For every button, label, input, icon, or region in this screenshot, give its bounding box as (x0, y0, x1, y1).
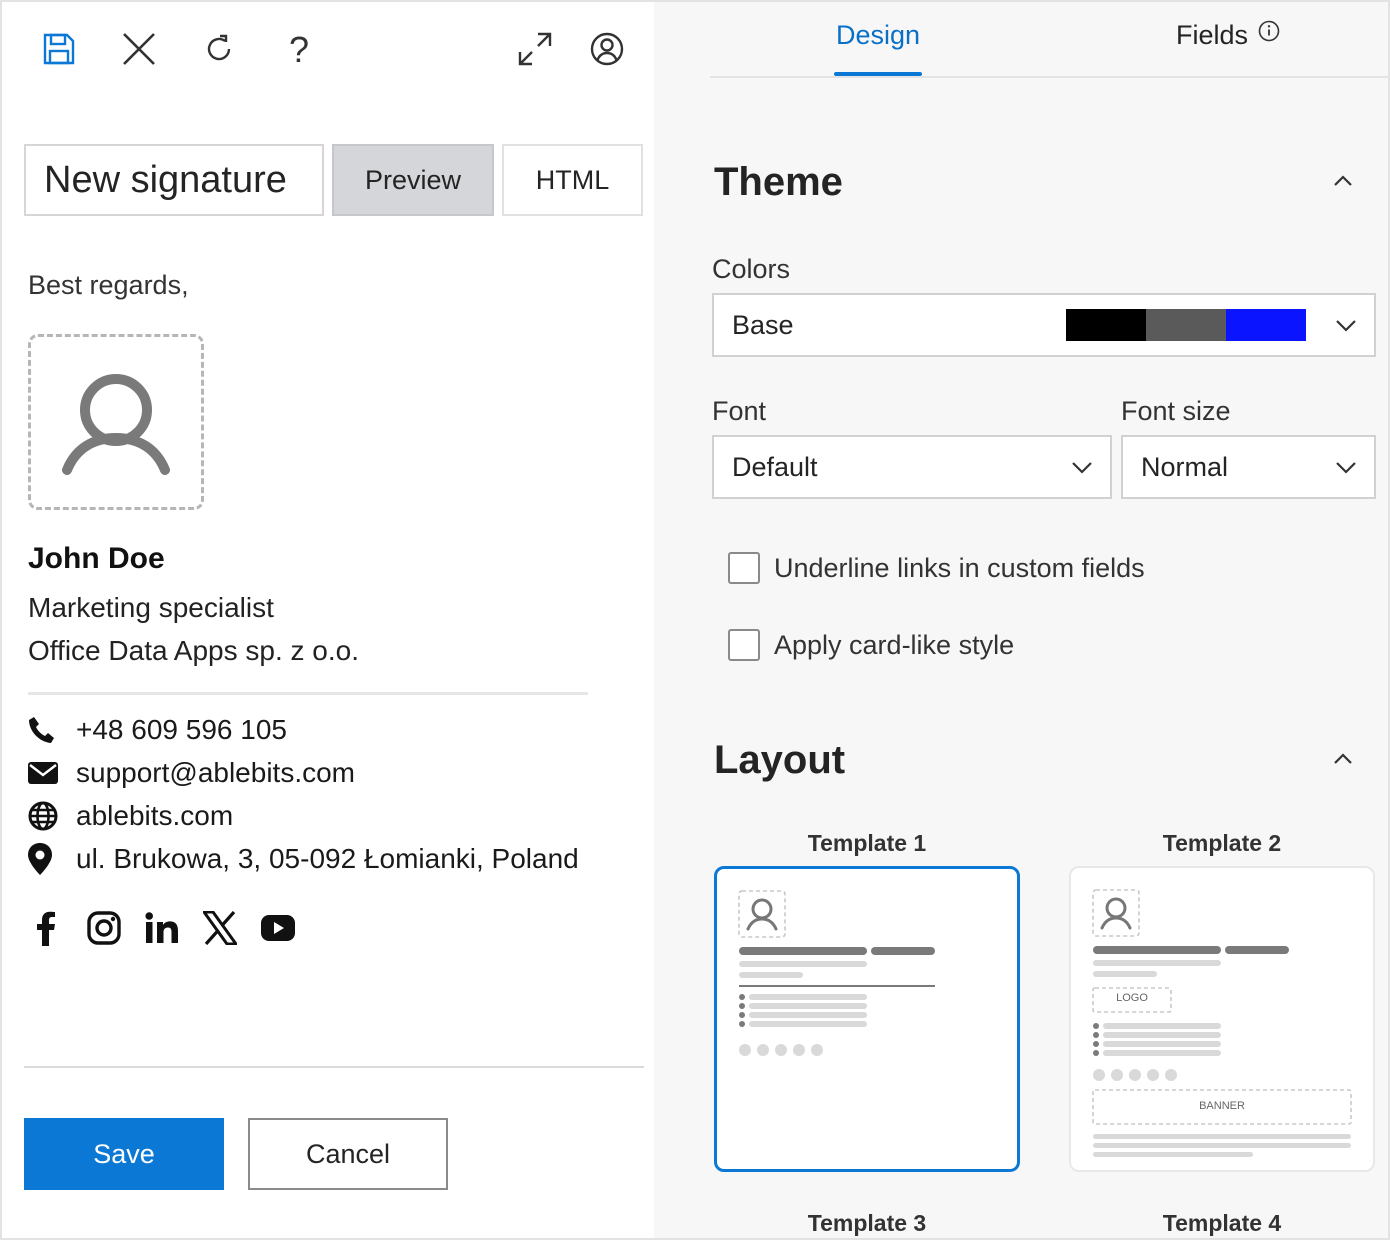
colors-label: Colors (712, 254, 791, 284)
facebook-icon[interactable] (28, 908, 64, 948)
font-select-value: Default (732, 451, 818, 482)
color-swatches (1066, 309, 1306, 341)
svg-text:?: ? (289, 30, 309, 68)
contact-phone: +48 609 596 105 (28, 714, 287, 746)
swatch-black (1066, 309, 1146, 341)
email-link[interactable]: support@ablebits.com (76, 757, 355, 789)
chevron-down-icon (1336, 320, 1356, 332)
swatch-blue (1226, 309, 1306, 341)
website-link[interactable]: ablebits.com (76, 800, 233, 832)
underline-links-label: Underline links in custom fields (774, 552, 1145, 583)
expand-icon[interactable] (512, 26, 558, 72)
social-links (28, 908, 296, 948)
template-2-thumbnail (1092, 889, 1352, 1157)
editor-pane: ? Preview HTML Best regards, John Doe Ma… (2, 2, 654, 1238)
signature-company: Office Data Apps sp. z o.o. (28, 635, 359, 666)
template-4-label: Template 4 (1162, 1210, 1282, 1236)
info-icon (1258, 20, 1280, 42)
phone-text: +48 609 596 105 (76, 714, 287, 745)
tabs-divider (710, 76, 1388, 78)
contact-website: ablebits.com (28, 800, 233, 832)
cancel-button[interactable]: Cancel (248, 1118, 448, 1190)
swatch-gray (1146, 309, 1226, 341)
colors-select[interactable]: Base (712, 293, 1376, 357)
globe-icon (28, 800, 62, 832)
template-2-logo-label: LOGO (1116, 992, 1148, 1004)
card-style-checkbox[interactable] (728, 629, 760, 661)
font-label: Font (712, 396, 767, 426)
tab-fields[interactable]: Fields (1176, 20, 1280, 51)
signature-greeting: Best regards, (28, 270, 189, 300)
html-button[interactable]: HTML (502, 144, 643, 216)
phone-icon (28, 714, 62, 746)
template-1-label: Template 1 (807, 830, 927, 856)
underline-links-checkbox-row[interactable]: Underline links in custom fields (728, 552, 1145, 584)
contact-address: ul. Brukowa, 3, 05-092 Łomianki, Poland (28, 843, 579, 875)
theme-collapse-chevron-icon[interactable] (1328, 166, 1358, 196)
signature-name-input[interactable] (24, 144, 324, 216)
close-icon[interactable] (116, 26, 162, 72)
template-2-label: Template 2 (1162, 830, 1282, 856)
signature-name: John Doe (28, 542, 165, 575)
template-1-card[interactable] (714, 866, 1020, 1172)
theme-heading: Theme (714, 160, 843, 204)
underline-links-checkbox[interactable] (728, 552, 760, 584)
font-select[interactable]: Default (712, 435, 1112, 499)
location-pin-icon (28, 843, 62, 875)
refresh-icon[interactable] (196, 26, 242, 72)
layout-heading: Layout (714, 738, 846, 782)
colors-select-value: Base (732, 309, 794, 340)
x-icon[interactable] (202, 908, 238, 948)
font-size-select-value: Normal (1141, 451, 1229, 482)
youtube-icon[interactable] (260, 908, 296, 948)
tab-design[interactable]: Design (836, 20, 920, 51)
chevron-down-icon (1336, 462, 1356, 474)
signature-title: Marketing specialist (28, 592, 274, 623)
instagram-icon[interactable] (86, 908, 122, 948)
layout-collapse-chevron-icon[interactable] (1328, 744, 1358, 774)
contact-email: support@ablebits.com (28, 757, 355, 789)
font-size-label: Font size (1121, 396, 1231, 426)
help-icon[interactable]: ? (276, 26, 322, 72)
template-2-card[interactable]: LOGO BANNER (1069, 866, 1375, 1172)
template-2-banner-label: BANNER (1199, 1100, 1245, 1112)
tab-fields-label: Fields (1176, 20, 1249, 50)
avatar-placeholder[interactable] (28, 334, 204, 510)
linkedin-icon[interactable] (144, 908, 180, 948)
template-3-label: Template 3 (807, 1210, 927, 1236)
signature-divider (28, 692, 588, 695)
card-style-label: Apply card-like style (774, 629, 1015, 660)
save-icon[interactable] (36, 26, 82, 72)
template-1-thumbnail (738, 890, 935, 1056)
person-icon (62, 374, 170, 475)
save-button[interactable]: Save (24, 1118, 224, 1190)
footer-divider (24, 1066, 644, 1068)
card-style-checkbox-row[interactable]: Apply card-like style (728, 629, 1014, 661)
chevron-down-icon (1072, 462, 1092, 474)
address-text: ul. Brukowa, 3, 05-092 Łomianki, Poland (76, 843, 579, 874)
account-icon[interactable] (584, 26, 630, 72)
mail-icon (28, 757, 62, 789)
font-size-select[interactable]: Normal (1121, 435, 1376, 499)
settings-pane: Design Fields Theme Colors Base Font Def… (654, 2, 1388, 1238)
preview-button[interactable]: Preview (332, 144, 494, 216)
